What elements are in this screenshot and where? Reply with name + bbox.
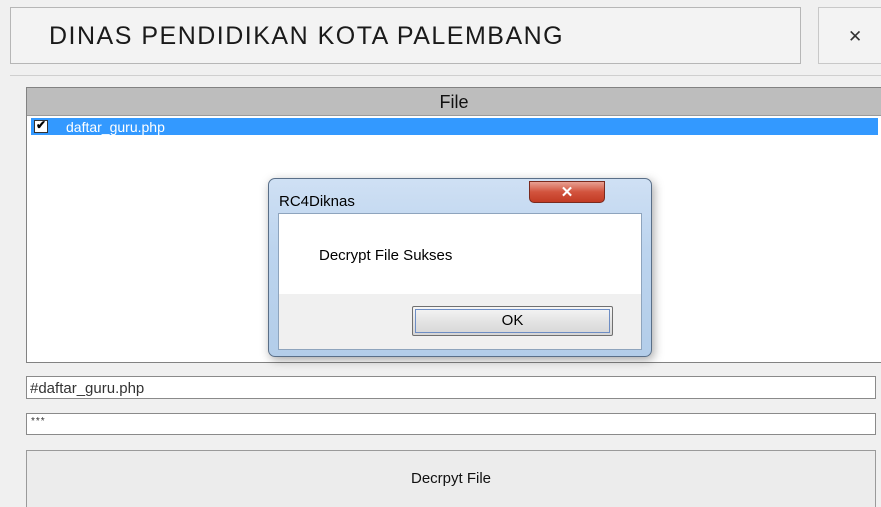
ok-button-label: OK [501, 312, 524, 329]
close-icon: ✕ [848, 27, 863, 46]
ok-button[interactable]: OK [412, 306, 613, 336]
file-path-value: #daftar_guru.php [30, 380, 145, 397]
key-value: *** [31, 416, 46, 427]
divider [10, 75, 881, 76]
dialog-message-panel: Decrypt File Sukses [279, 214, 641, 294]
column-header-label: File [439, 92, 469, 112]
checkmark-icon: ✔ [36, 118, 47, 132]
dialog-message: Decrypt File Sukses [319, 247, 453, 264]
dialog-close-button[interactable]: ✕ [529, 181, 605, 203]
key-field[interactable]: *** [26, 413, 876, 435]
close-icon: ✕ [560, 184, 574, 201]
message-dialog: RC4Diknas ✕ Decrypt File Sukses OK [268, 178, 652, 357]
file-path-field[interactable]: #daftar_guru.php [26, 376, 876, 399]
list-item-label: daftar_guru.php [66, 119, 165, 135]
close-button[interactable]: ✕ [818, 7, 881, 64]
decrypt-button-label: Decrpyt File [410, 470, 492, 487]
main-window: DINAS PENDIDIKAN KOTA PALEMBANG ✕ File ✔… [0, 0, 881, 507]
dialog-title: RC4Diknas [279, 193, 355, 210]
item-checkbox[interactable]: ✔ [34, 118, 48, 133]
page-title: DINAS PENDIDIKAN KOTA PALEMBANG [49, 22, 565, 50]
title-panel: DINAS PENDIDIKAN KOTA PALEMBANG [10, 7, 801, 64]
column-header-file[interactable]: File [27, 88, 881, 116]
decrypt-button[interactable]: Decrpyt File [26, 450, 876, 507]
list-item[interactable]: ✔ daftar_guru.php [31, 118, 878, 135]
dialog-body: Decrypt File Sukses OK [278, 213, 642, 350]
